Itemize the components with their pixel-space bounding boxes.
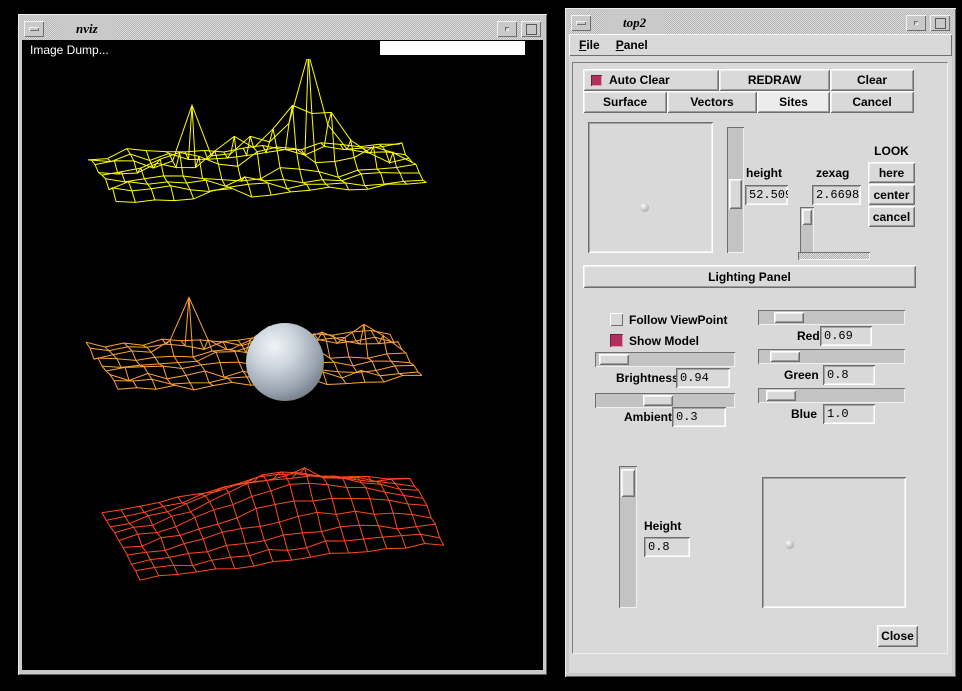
ambient-entry[interactable]: 0.3: [672, 407, 726, 427]
top2-titlebar[interactable]: top2: [569, 12, 952, 34]
red-label: Red: [797, 329, 820, 343]
show-model-label[interactable]: Show Model: [629, 334, 699, 348]
window-menu-button[interactable]: [571, 15, 591, 31]
zexag-label: zexag: [816, 166, 849, 180]
auto-clear-button[interactable]: Auto Clear: [583, 69, 719, 91]
auto-clear-label: Auto Clear: [609, 73, 670, 87]
brightness-slider-thumb[interactable]: [599, 354, 629, 365]
menu-panel[interactable]: Panel: [610, 38, 654, 52]
mesh-bottom: [102, 468, 444, 580]
sites-button[interactable]: Sites: [757, 91, 830, 113]
brightness-label: Brightness: [616, 371, 679, 385]
look-label: LOOK: [868, 144, 915, 158]
maximize-button[interactable]: [521, 21, 541, 37]
view-position-puck[interactable]: [640, 203, 649, 212]
light-height-label: Height: [644, 519, 681, 533]
light-height-entry[interactable]: 0.8: [644, 537, 690, 557]
brightness-slider[interactable]: [595, 352, 735, 367]
window-menu-icon: [576, 21, 586, 25]
red-slider-thumb[interactable]: [774, 312, 804, 323]
light-position-pad[interactable]: [762, 477, 906, 608]
zexag-slider-thumb[interactable]: [802, 209, 812, 225]
iconify-icon: [505, 27, 509, 31]
window-menu-icon: [29, 27, 39, 31]
maximize-icon: [935, 18, 946, 29]
desktop: { "colors": { "mesh_top": "#ffff00", "me…: [0, 0, 962, 691]
view-position-pad[interactable]: [588, 122, 713, 253]
iconify-button[interactable]: [497, 21, 517, 37]
view-height-slider-thumb[interactable]: [729, 179, 742, 209]
mini-scrollbar[interactable]: [798, 252, 870, 260]
clear-button[interactable]: Clear: [830, 69, 914, 91]
blue-slider[interactable]: [758, 388, 905, 403]
height-entry[interactable]: 52.509: [745, 185, 788, 205]
blue-label: Blue: [791, 407, 817, 421]
red-slider[interactable]: [758, 310, 905, 325]
blue-entry[interactable]: 1.0: [823, 404, 875, 424]
mesh-top: [88, 59, 426, 202]
look-center-button[interactable]: center: [868, 184, 915, 205]
green-slider[interactable]: [758, 349, 905, 364]
top2-content: Auto Clear REDRAW Clear Surface Vectors …: [569, 56, 952, 673]
look-cancel-button[interactable]: cancel: [868, 206, 915, 227]
window-menu-button[interactable]: [24, 21, 44, 37]
light-model-sphere: [246, 323, 324, 401]
maximize-button[interactable]: [930, 15, 950, 31]
show-model-checkbox[interactable]: [610, 334, 623, 347]
blue-slider-thumb[interactable]: [766, 390, 796, 401]
green-entry[interactable]: 0.8: [823, 365, 875, 385]
top2-window-title: top2: [605, 12, 664, 34]
zexag-slider[interactable]: [800, 207, 814, 253]
nviz-window-title: nviz: [58, 18, 116, 40]
nviz-menubar: Image Dump...: [22, 40, 543, 59]
render-canvas[interactable]: [22, 59, 543, 670]
maximize-icon: [526, 24, 537, 35]
ambient-slider[interactable]: [595, 393, 735, 408]
ambient-slider-thumb[interactable]: [643, 395, 673, 406]
ambient-label: Ambient: [624, 410, 672, 424]
light-position-puck[interactable]: [785, 540, 794, 549]
top2-window: top2 File Panel Auto Clear REDRAW Clear …: [565, 8, 956, 677]
nviz-titlebar[interactable]: nviz: [22, 18, 543, 40]
view-height-slider[interactable]: [727, 127, 744, 253]
top2-menubar: File Panel: [569, 34, 952, 56]
brightness-entry[interactable]: 0.94: [676, 368, 730, 388]
menu-item-image-dump[interactable]: Image Dump...: [22, 43, 109, 57]
iconify-icon: [914, 21, 918, 25]
vectors-button[interactable]: Vectors: [667, 91, 757, 113]
zexag-entry[interactable]: 2.6698: [812, 185, 861, 205]
green-label: Green: [784, 368, 819, 382]
red-entry[interactable]: 0.69: [820, 326, 872, 346]
iconify-button[interactable]: [906, 15, 926, 31]
light-height-slider-thumb[interactable]: [621, 469, 635, 497]
follow-viewpoint-checkbox[interactable]: [610, 313, 623, 326]
redraw-button[interactable]: REDRAW: [719, 69, 830, 91]
close-button[interactable]: Close: [877, 625, 918, 647]
cancel-button[interactable]: Cancel: [830, 91, 914, 113]
lighting-panel-header: Lighting Panel: [583, 265, 916, 288]
light-height-slider[interactable]: [619, 466, 637, 608]
nviz-window: nviz Image Dump...: [18, 14, 547, 675]
height-label: height: [746, 166, 782, 180]
menu-file[interactable]: File: [573, 38, 606, 52]
surface-button[interactable]: Surface: [583, 91, 667, 113]
follow-viewpoint-label[interactable]: Follow ViewPoint: [629, 313, 727, 327]
look-here-button[interactable]: here: [868, 162, 915, 183]
green-slider-thumb[interactable]: [770, 351, 800, 362]
auto-clear-indicator: [591, 75, 602, 86]
menu-highlight-box: [380, 41, 525, 55]
